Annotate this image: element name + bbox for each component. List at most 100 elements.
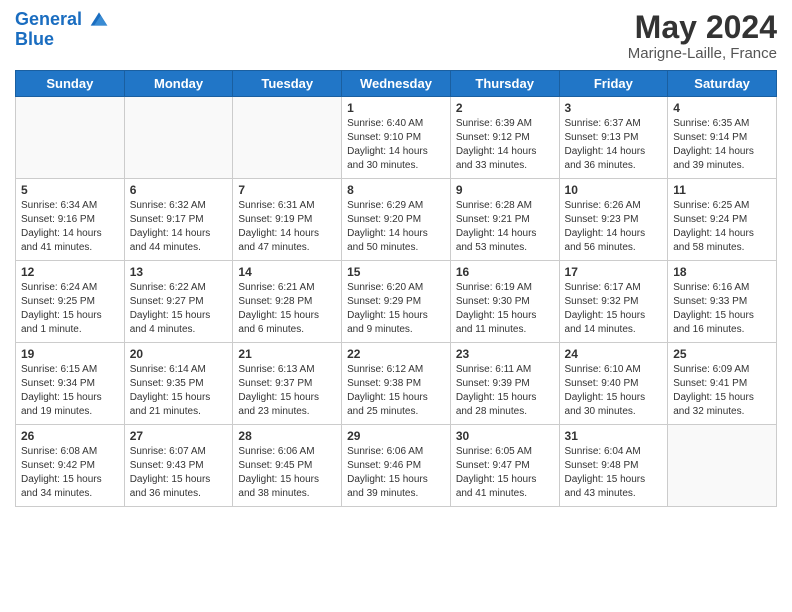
calendar-week-row: 19Sunrise: 6:15 AM Sunset: 9:34 PM Dayli… [16,343,777,425]
table-row: 1 Sunrise: 6:40 AM Sunset: 9:10 PM Daylig… [342,97,451,179]
day-info: Sunrise: 6:09 AM Sunset: 9:41 PM Dayligh… [673,363,771,419]
day-info: Sunrise: 6:28 AM Sunset: 9:21 PM Dayligh… [456,199,554,255]
table-row: 27Sunrise: 6:07 AM Sunset: 9:43 PM Dayli… [124,425,233,507]
table-row: 16 Sunrise: 6:19 AM Sunset: 9:30 PM Dayli… [450,261,559,343]
day-number: 5 [21,183,119,197]
header: General Blue May 2024 Marigne-Laille, Fr… [15,10,777,62]
day-number: 9 [456,183,554,197]
day-number: 24 [565,347,663,361]
day-info: Sunrise: 6:10 AM Sunset: 9:40 PM Dayligh… [565,363,663,419]
table-row [668,425,777,507]
table-row: 5Sunrise: 6:34 AM Sunset: 9:16 PM Daylig… [16,179,125,261]
page: General Blue May 2024 Marigne-Laille, Fr… [0,0,792,612]
table-row: 3 Sunrise: 6:37 AM Sunset: 9:13 PM Daylig… [559,97,668,179]
day-info: Sunrise: 6:11 AM Sunset: 9:39 PM Dayligh… [456,363,554,419]
table-row: 4Sunrise: 6:35 AM Sunset: 9:14 PM Daylig… [668,97,777,179]
table-row: 25 Sunrise: 6:09 AM Sunset: 9:41 PM Dayli… [668,343,777,425]
day-number: 16 [456,265,554,279]
logo-icon [89,9,109,29]
calendar-header-row: Sunday Monday Tuesday Wednesday Thursday… [16,71,777,97]
day-number: 10 [565,183,663,197]
table-row: 24 Sunrise: 6:10 AM Sunset: 9:40 PM Dayli… [559,343,668,425]
day-number: 31 [565,429,663,443]
table-row: 21 Sunrise: 6:13 AM Sunset: 9:37 PM Dayli… [233,343,342,425]
table-row: 26 Sunrise: 6:08 AM Sunset: 9:42 PM Dayli… [16,425,125,507]
day-info: Sunrise: 6:19 AM Sunset: 9:30 PM Dayligh… [456,281,554,337]
day-number: 30 [456,429,554,443]
table-row: 20 Sunrise: 6:14 AM Sunset: 9:35 PM Dayli… [124,343,233,425]
day-number: 25 [673,347,771,361]
table-row: 11Sunrise: 6:25 AM Sunset: 9:24 PM Dayli… [668,179,777,261]
logo-blue-text: Blue [15,30,109,50]
logo-text: General [15,10,109,30]
day-info: Sunrise: 6:17 AM Sunset: 9:32 PM Dayligh… [565,281,663,337]
day-number: 7 [238,183,336,197]
day-number: 26 [21,429,119,443]
day-info: Sunrise: 6:05 AM Sunset: 9:47 PM Dayligh… [456,445,554,501]
day-info: Sunrise: 6:13 AM Sunset: 9:37 PM Dayligh… [238,363,336,419]
day-info: Sunrise: 6:24 AM Sunset: 9:25 PM Dayligh… [21,281,119,337]
table-row [124,97,233,179]
day-number: 21 [238,347,336,361]
table-row: 18Sunrise: 6:16 AM Sunset: 9:33 PM Dayli… [668,261,777,343]
day-info: Sunrise: 6:31 AM Sunset: 9:19 PM Dayligh… [238,199,336,255]
day-info: Sunrise: 6:39 AM Sunset: 9:12 PM Dayligh… [456,117,554,173]
table-row: 15 Sunrise: 6:20 AM Sunset: 9:29 PM Dayli… [342,261,451,343]
table-row: 22 Sunrise: 6:12 AM Sunset: 9:38 PM Dayli… [342,343,451,425]
day-number: 29 [347,429,445,443]
title-block: May 2024 Marigne-Laille, France [628,10,777,62]
table-row: 12Sunrise: 6:24 AM Sunset: 9:25 PM Dayli… [16,261,125,343]
table-row: 7 Sunrise: 6:31 AM Sunset: 9:19 PM Daylig… [233,179,342,261]
day-info: Sunrise: 6:06 AM Sunset: 9:45 PM Dayligh… [238,445,336,501]
day-number: 14 [238,265,336,279]
table-row: 6Sunrise: 6:32 AM Sunset: 9:17 PM Daylig… [124,179,233,261]
day-info: Sunrise: 6:12 AM Sunset: 9:38 PM Dayligh… [347,363,445,419]
table-row: 14 Sunrise: 6:21 AM Sunset: 9:28 PM Dayli… [233,261,342,343]
table-row: 2Sunrise: 6:39 AM Sunset: 9:12 PM Daylig… [450,97,559,179]
table-row: 9 Sunrise: 6:28 AM Sunset: 9:21 PM Daylig… [450,179,559,261]
day-info: Sunrise: 6:15 AM Sunset: 9:34 PM Dayligh… [21,363,119,419]
day-info: Sunrise: 6:08 AM Sunset: 9:42 PM Dayligh… [21,445,119,501]
table-row: 23Sunrise: 6:11 AM Sunset: 9:39 PM Dayli… [450,343,559,425]
day-number: 28 [238,429,336,443]
calendar-title: May 2024 [628,10,777,45]
day-info: Sunrise: 6:26 AM Sunset: 9:23 PM Dayligh… [565,199,663,255]
day-number: 15 [347,265,445,279]
table-row: 13Sunrise: 6:22 AM Sunset: 9:27 PM Dayli… [124,261,233,343]
calendar-week-row: 1 Sunrise: 6:40 AM Sunset: 9:10 PM Daylig… [16,97,777,179]
day-info: Sunrise: 6:40 AM Sunset: 9:10 PM Dayligh… [347,117,445,173]
day-number: 4 [673,101,771,115]
day-info: Sunrise: 6:25 AM Sunset: 9:24 PM Dayligh… [673,199,771,255]
day-info: Sunrise: 6:32 AM Sunset: 9:17 PM Dayligh… [130,199,228,255]
day-info: Sunrise: 6:22 AM Sunset: 9:27 PM Dayligh… [130,281,228,337]
day-info: Sunrise: 6:20 AM Sunset: 9:29 PM Dayligh… [347,281,445,337]
table-row: 10 Sunrise: 6:26 AM Sunset: 9:23 PM Dayli… [559,179,668,261]
calendar-subtitle: Marigne-Laille, France [628,45,777,62]
table-row: 17Sunrise: 6:17 AM Sunset: 9:32 PM Dayli… [559,261,668,343]
day-number: 3 [565,101,663,115]
logo: General Blue [15,10,109,50]
table-row: 19Sunrise: 6:15 AM Sunset: 9:34 PM Dayli… [16,343,125,425]
day-info: Sunrise: 6:37 AM Sunset: 9:13 PM Dayligh… [565,117,663,173]
table-row: 30 Sunrise: 6:05 AM Sunset: 9:47 PM Dayli… [450,425,559,507]
day-number: 1 [347,101,445,115]
day-info: Sunrise: 6:21 AM Sunset: 9:28 PM Dayligh… [238,281,336,337]
day-info: Sunrise: 6:14 AM Sunset: 9:35 PM Dayligh… [130,363,228,419]
day-number: 22 [347,347,445,361]
table-row: 28 Sunrise: 6:06 AM Sunset: 9:45 PM Dayli… [233,425,342,507]
col-sunday: Sunday [16,71,125,97]
col-friday: Friday [559,71,668,97]
day-info: Sunrise: 6:07 AM Sunset: 9:43 PM Dayligh… [130,445,228,501]
table-row: 8Sunrise: 6:29 AM Sunset: 9:20 PM Daylig… [342,179,451,261]
calendar-week-row: 5Sunrise: 6:34 AM Sunset: 9:16 PM Daylig… [16,179,777,261]
table-row: 29 Sunrise: 6:06 AM Sunset: 9:46 PM Dayli… [342,425,451,507]
table-row [16,97,125,179]
col-tuesday: Tuesday [233,71,342,97]
col-monday: Monday [124,71,233,97]
col-thursday: Thursday [450,71,559,97]
day-info: Sunrise: 6:06 AM Sunset: 9:46 PM Dayligh… [347,445,445,501]
table-row: 31Sunrise: 6:04 AM Sunset: 9:48 PM Dayli… [559,425,668,507]
day-info: Sunrise: 6:16 AM Sunset: 9:33 PM Dayligh… [673,281,771,337]
day-number: 20 [130,347,228,361]
col-wednesday: Wednesday [342,71,451,97]
